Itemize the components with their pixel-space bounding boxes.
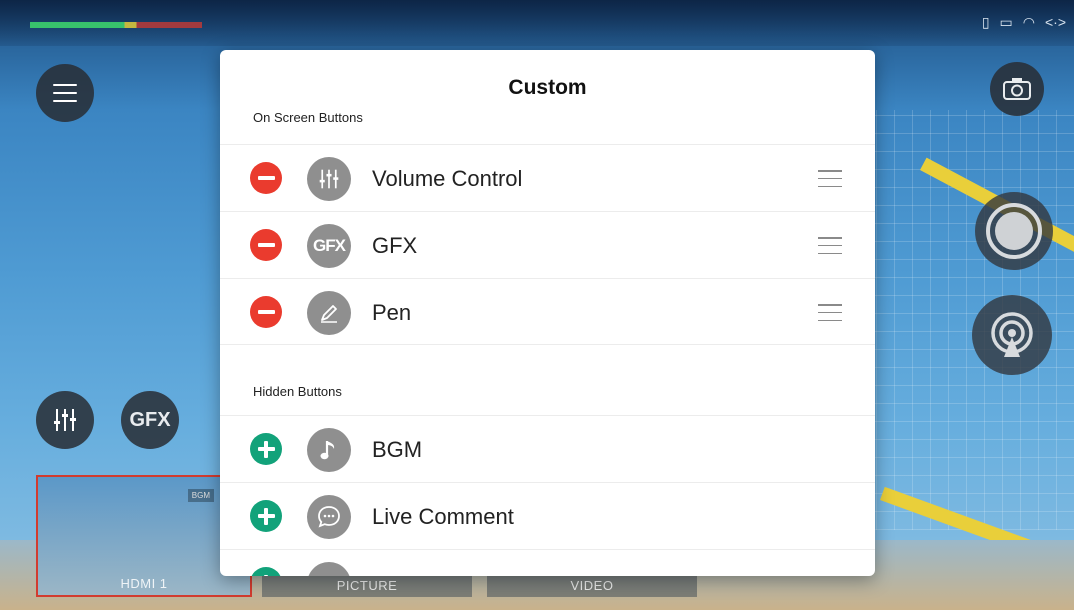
volume-control-icon: [307, 157, 351, 201]
item-icon: [307, 562, 351, 576]
drag-handle-icon[interactable]: [818, 237, 842, 254]
hidden-section-label: Hidden Buttons: [253, 384, 342, 399]
item-label: Pen: [372, 300, 412, 325]
volume-control-icon: [54, 409, 76, 431]
item-label: BGM: [372, 437, 423, 462]
status-bar: ▯ ▭ ◠ <·>: [0, 0, 1074, 46]
source-picture[interactable]: PICTURE: [262, 575, 472, 597]
remove-button[interactable]: [250, 162, 282, 194]
hidden-item-bgm: BGM: [220, 415, 875, 482]
broadcast-icon: [991, 312, 1033, 357]
on-screen-section-label: On Screen Buttons: [253, 110, 363, 125]
item-label: Volume Control: [372, 166, 523, 191]
hidden-item-partial: [220, 549, 875, 576]
remove-button[interactable]: [250, 296, 282, 328]
minus-icon: [257, 243, 275, 247]
sd-card-icon: ▯: [981, 14, 990, 30]
item-label: GFX: [372, 233, 418, 258]
volume-control-button[interactable]: [36, 391, 94, 449]
remove-button[interactable]: [250, 229, 282, 261]
hamburger-icon: [53, 84, 77, 102]
chat-bubble-icon: [307, 495, 351, 539]
music-note-icon: [307, 428, 351, 472]
battery-icon: ▭: [999, 14, 1013, 30]
drag-handle-icon[interactable]: [818, 304, 842, 321]
live-stream-button[interactable]: [972, 295, 1052, 375]
code-icon: <·>: [1044, 14, 1066, 30]
on-screen-item-pen: Pen: [220, 278, 875, 345]
source-video[interactable]: VIDEO: [487, 575, 697, 597]
add-button[interactable]: [250, 500, 282, 532]
on-screen-item-gfx: GFX GFX: [220, 211, 875, 278]
custom-buttons-dialog: Custom On Screen Buttons Volume Control …: [220, 50, 875, 576]
dialog-title: Custom: [508, 76, 587, 99]
menu-button[interactable]: [36, 64, 94, 122]
audio-level-meter: [30, 22, 202, 28]
camera-icon: [1003, 78, 1031, 100]
record-ring: [986, 203, 1042, 259]
gfx-icon: GFX: [129, 408, 171, 431]
drag-handle-icon[interactable]: [818, 170, 842, 187]
gfx-button[interactable]: GFX: [121, 391, 179, 449]
on-screen-item-volume-control: Volume Control: [220, 144, 875, 211]
source-label: VIDEO: [570, 578, 614, 593]
wifi-icon: ◠: [1022, 14, 1035, 30]
item-label: Live Comment: [372, 504, 514, 529]
add-button[interactable]: [250, 567, 282, 576]
source-label: PICTURE: [336, 578, 398, 593]
hidden-item-live-comment: Live Comment: [220, 482, 875, 549]
status-icons: ▯ ▭ ◠ <·>: [982, 14, 1066, 31]
minus-icon: [257, 310, 275, 314]
record-button[interactable]: [975, 192, 1053, 270]
record-dot-icon: [995, 212, 1033, 250]
minus-icon: [257, 176, 275, 180]
add-button[interactable]: [250, 433, 282, 465]
snapshot-button[interactable]: [990, 62, 1044, 116]
pen-icon: [307, 291, 351, 335]
source-label: HDMI 1: [120, 576, 168, 591]
bgm-badge: BGM: [187, 489, 214, 502]
gfx-icon: GFX: [307, 224, 351, 268]
